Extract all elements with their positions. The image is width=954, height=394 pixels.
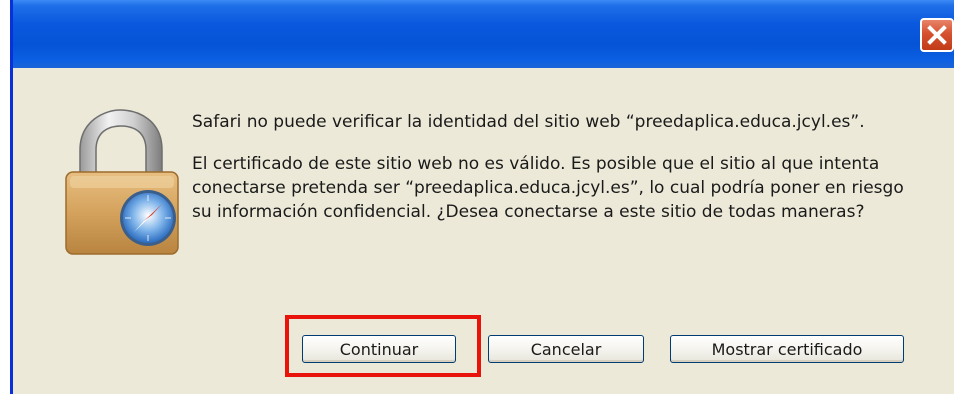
dialog-message: Safari no puede verificar la identidad d… xyxy=(192,110,912,224)
show-certificate-button[interactable]: Mostrar certificado xyxy=(670,335,904,363)
title-bar[interactable] xyxy=(13,0,954,68)
window-left-margin xyxy=(0,0,10,394)
cancel-button[interactable]: Cancelar xyxy=(488,335,644,363)
continue-button[interactable]: Continuar xyxy=(302,335,456,363)
message-certificate-invalid: El certificado de este sitio web no es v… xyxy=(192,154,904,222)
lock-icon xyxy=(65,109,179,255)
close-icon xyxy=(927,25,947,45)
message-identity: Safari no puede verificar la identidad d… xyxy=(192,112,865,132)
close-button[interactable] xyxy=(920,18,954,52)
